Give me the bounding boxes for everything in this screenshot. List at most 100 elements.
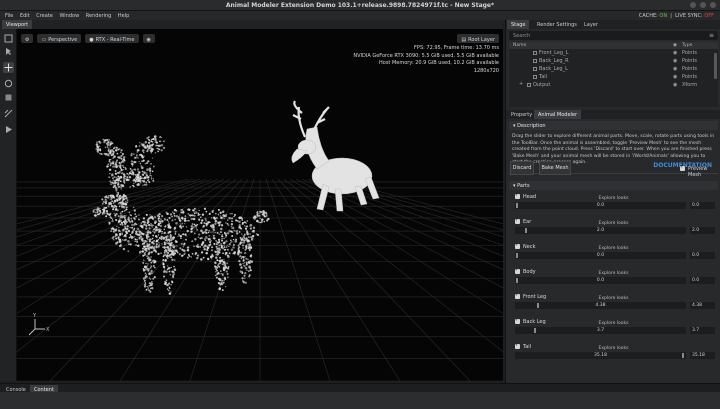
mesh-deer [291,100,380,212]
explore-looks-label: Explore looks [598,196,629,201]
stage-row-name: Output [533,82,551,88]
right-panel: Stage Render Settings Layer Search ≡ Nam… [505,20,720,383]
stage-scrollbar[interactable] [714,53,717,79]
part-slider[interactable]: 3.7 [515,327,686,334]
part-slider[interactable]: 0.0 [515,202,686,209]
pointer-icon[interactable] [3,46,14,57]
collapse-icon: ▾ [513,123,516,129]
menu-bar: File Edit Create Window Rendering Help C… [0,11,720,20]
stage-row[interactable]: Back_Leg_R ◉ Points [509,57,718,65]
root-layer-label: Root Layer [468,36,495,43]
parts-section-header[interactable]: ▾ Parts [509,181,718,190]
viewport-settings-button[interactable]: ⚙ [21,34,34,43]
part-slider[interactable]: 2.0 [515,227,686,234]
slider-value: 0.0 [596,203,605,208]
layers-icon: ▤ [461,36,467,43]
renderer-button[interactable]: ● RTX - Real-Time [85,34,139,43]
menu-window[interactable]: Window [54,11,79,19]
visibility-eye-icon[interactable]: ◉ [673,50,677,56]
filter-icon[interactable]: ≡ [709,32,714,39]
stage-search-input[interactable]: Search [509,31,718,40]
part-value-field[interactable]: 35.18 [690,352,715,359]
part-row: HeadExplore looks0.00.0 [509,192,718,219]
scale-icon[interactable] [3,92,14,103]
tab-render-settings[interactable]: Render Settings [533,20,581,29]
resolution-stat: 1280x720 [473,67,499,74]
preview-mesh-label: Preview Mesh [688,166,708,178]
play-icon[interactable] [3,124,14,135]
part-slider[interactable]: 0.0 [515,252,686,259]
part-value-field[interactable]: 2.0 [690,227,715,234]
cache-value[interactable]: ON [659,13,667,19]
discard-button[interactable]: Discard [510,161,534,175]
close-button[interactable] [710,2,716,8]
snap-icon[interactable] [3,108,14,119]
slider-value: 3.7 [596,328,605,333]
camera-button[interactable]: ▭ Perspective [37,34,82,43]
fps-stat: FPS: 72.95, Frame time: 13.70 ms [414,45,499,51]
tab-animal-modeler[interactable]: Animal Modeler [534,110,582,119]
stage-list-header: Name ◉ Type [509,42,718,49]
bulb-icon: ● [89,36,94,43]
cache-label: CACHE: [638,13,658,19]
visibility-header-icon: ◉ [673,43,677,48]
menu-create[interactable]: Create [31,11,53,19]
part-value-field[interactable]: 4.38 [690,302,715,309]
collapse-icon: ▾ [513,183,516,189]
part-slider[interactable]: 4.38 [515,302,686,309]
stage-row[interactable]: Front_Leg_L ◉ Points [509,49,718,57]
type-header[interactable]: Type [682,43,692,48]
viewport[interactable]: X Y ⚙ ▭ Perspective ● RTX - Real-Time ◉ … [17,29,503,381]
stage-row-type: Points [682,66,698,72]
points-icon [533,67,537,71]
menu-help[interactable]: Help [113,11,129,19]
part-slider[interactable]: 0.0 [515,277,686,284]
part-value-field[interactable]: 0.0 [690,202,715,209]
svg-text:Y: Y [32,313,37,319]
explore-looks-label: Explore looks [598,296,629,301]
description-section-header[interactable]: ▾ Description [509,121,718,130]
scene-canvas[interactable]: X Y [17,29,503,381]
name-header[interactable]: Name [513,43,526,48]
part-value-field[interactable]: 3.7 [690,327,715,334]
tab-stage[interactable]: Stage [507,20,530,29]
livesync-value[interactable]: OFF [704,13,714,19]
left-toolbar [0,29,17,381]
visibility-eye-icon[interactable]: ◉ [673,66,677,72]
menu-file[interactable]: File [0,11,13,19]
slider-value: 4.38 [595,303,606,308]
visibility-eye-icon[interactable]: ◉ [673,58,677,64]
select-mode-icon[interactable] [3,33,14,44]
tab-layer[interactable]: Layer [580,20,602,29]
part-slider[interactable]: 35.18 [515,352,686,359]
maximize-button[interactable] [700,2,706,8]
visibility-button[interactable]: ◉ [142,34,155,43]
visibility-eye-icon[interactable]: ◉ [673,74,677,80]
expand-icon[interactable]: + [519,81,523,87]
visibility-eye-icon[interactable]: ◉ [673,82,677,88]
menu-edit[interactable]: Edit [15,11,30,19]
stage-row[interactable]: + Output ◉ Xform [509,81,718,89]
part-row: Front LegExplore looks4.384.38 [509,292,718,319]
stage-row[interactable]: Tail ◉ Points [509,73,718,81]
window-title: Animal Modeler Extension Demo 103.1+rele… [225,2,495,9]
rotate-icon[interactable] [3,78,14,89]
root-layer-button[interactable]: ▤ Root Layer [457,34,499,43]
part-value-field[interactable]: 0.0 [690,277,715,284]
part-row: EarExplore looks2.02.0 [509,217,718,244]
tab-property[interactable]: Property [507,110,536,119]
preview-mesh-checkbox[interactable] [680,164,685,171]
points-icon [533,59,537,63]
bake-mesh-button[interactable]: Bake Mesh [539,161,571,175]
stage-tab-strip: Stage Render Settings Layer [506,20,720,29]
tab-viewport[interactable]: Viewport [2,20,33,29]
stage-row[interactable]: Back_Leg_L ◉ Points [509,65,718,73]
stage-row-name: Front_Leg_L [539,50,569,56]
window-controls [690,2,716,8]
minimize-button[interactable] [690,2,696,8]
part-value-field[interactable]: 0.0 [690,252,715,259]
menu-rendering[interactable]: Rendering [81,11,112,19]
move-icon[interactable] [3,62,14,73]
stage-row-type: Points [682,74,698,80]
slider-value: 35.18 [594,353,607,358]
